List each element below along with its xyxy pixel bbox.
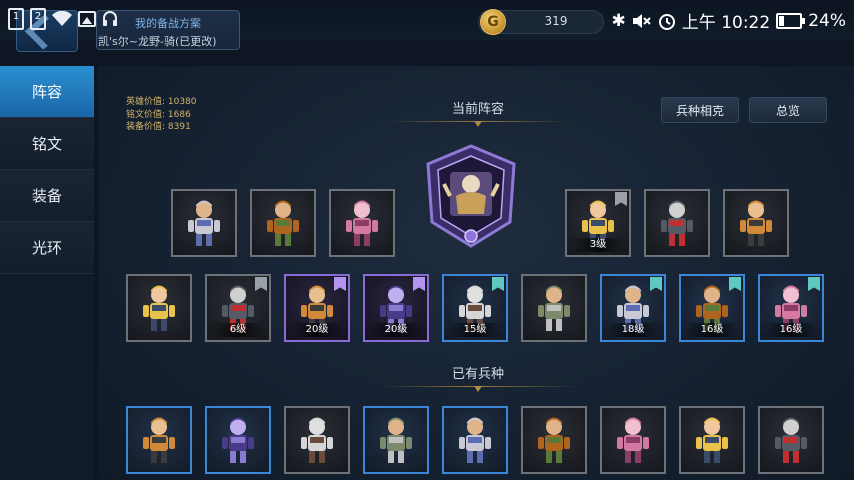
white-priest-portrait-icon [617, 417, 649, 463]
sidebar-item-equipment[interactable]: 装备 [0, 170, 94, 222]
rank-flag-icon [650, 277, 662, 291]
unit-card-silver-knight[interactable] [363, 406, 429, 474]
horse-rider-gold-portrait-icon [538, 285, 570, 331]
unit-counter-button[interactable]: 兵种相克 [661, 97, 739, 123]
wifi-icon [52, 11, 72, 26]
unit-level: 16级 [685, 323, 739, 337]
unit-card-crystal-golem[interactable] [126, 406, 192, 474]
rank-flag-icon [413, 277, 425, 291]
sidebar-item-aura[interactable]: 光环 [0, 222, 94, 274]
rank-flag-icon [492, 277, 504, 291]
unit-card-knight[interactable] [171, 189, 237, 257]
sidebar: 阵容 铭文 装备 光环 [0, 66, 94, 480]
silver-knight-portrait-icon [380, 417, 412, 463]
unit-card-blue-hair-brawler[interactable]: 20级 [363, 274, 429, 342]
sidebar-item-inscription[interactable]: 铭文 [0, 118, 94, 170]
inscription-value: 铭文价值: 1686 [126, 109, 191, 120]
unit-card-bare-fighter[interactable] [758, 406, 824, 474]
dual-sword-portrait-icon [301, 417, 333, 463]
sidebar-item-lineup[interactable]: 阵容 [0, 66, 94, 118]
rank-flag-icon [255, 277, 267, 291]
bare-fighter-portrait-icon [775, 417, 807, 463]
crystal-golem-portrait-icon [143, 417, 175, 463]
alarm-icon [658, 13, 675, 30]
sim2-icon: 2 [30, 8, 46, 30]
red-knight-portrait-icon [538, 417, 570, 463]
equipment-value: 装备价值: 8391 [126, 122, 191, 132]
knight-portrait-icon [188, 200, 220, 246]
battery-percent: 24% [808, 10, 846, 31]
hero-value: 英雄价值: 10380 [126, 97, 197, 107]
value-stats: 英雄价值: 10380 铭文价值: 1686 装备价值: 8391 [126, 96, 197, 134]
leader-hero-emblem[interactable] [418, 144, 524, 250]
mute-icon [632, 13, 651, 28]
unit-card-red-knight[interactable] [521, 406, 587, 474]
unit-level: 15级 [448, 323, 502, 337]
unit-card-blonde-warrior[interactable]: 3级 [565, 189, 631, 257]
unit-card-werewolf[interactable]: 18级 [600, 274, 666, 342]
crossbowman-portrait-icon [143, 285, 175, 331]
battle-plan-name: 凯's尔~龙野-骑(已更改) [98, 35, 217, 48]
swordsman-portrait-icon [267, 200, 299, 246]
unit-level: 18级 [606, 323, 660, 337]
unit-level: 3级 [571, 238, 625, 252]
unit-card-dual-sword[interactable] [284, 406, 350, 474]
unit-card-skeleton[interactable]: 6级 [205, 274, 271, 342]
unit-level: 20级 [290, 323, 344, 337]
unit-card-dragon-rider[interactable]: 16级 [679, 274, 745, 342]
image-icon [78, 11, 96, 27]
unit-card-elf-archer[interactable] [205, 406, 271, 474]
battery-icon [776, 12, 806, 29]
unit-card-horse-rider-gold[interactable] [521, 274, 587, 342]
unit-level: 6级 [211, 323, 265, 337]
blue-sorceress-portrait-icon [459, 417, 491, 463]
rank-flag-icon [808, 277, 820, 291]
rank-flag-icon [334, 277, 346, 291]
current-lineup-title: 当前阵容 [451, 102, 504, 117]
unit-card-beast-warrior[interactable] [723, 189, 789, 257]
gold-coin-icon: G [480, 9, 506, 35]
battery-level [779, 15, 784, 26]
bluetooth-icon: ✱ [611, 10, 626, 31]
unit-level: 20级 [369, 323, 423, 337]
unit-card-swordsman[interactable] [250, 189, 316, 257]
beast-warrior-portrait-icon [740, 200, 772, 246]
unit-card-crossbowman[interactable] [126, 274, 192, 342]
dark-soldier-portrait-icon [696, 417, 728, 463]
owned-units-title: 已有兵种 [451, 367, 504, 382]
unit-card-blue-sorceress[interactable] [442, 406, 508, 474]
rank-flag-icon [615, 192, 627, 206]
headset-icon [103, 11, 117, 26]
unit-level: 16级 [764, 323, 818, 337]
sim1-icon: 1 [8, 8, 24, 30]
elf-archer-portrait-icon [222, 417, 254, 463]
unit-card-ninja[interactable] [644, 189, 710, 257]
coin-amount: 319 [544, 14, 568, 28]
unit-card-shield-knight[interactable]: 20级 [284, 274, 350, 342]
unit-card-horse-rider-red[interactable]: 15级 [442, 274, 508, 342]
rank-flag-icon [729, 277, 741, 291]
unit-card-dark-soldier[interactable] [679, 406, 745, 474]
overview-button[interactable]: 总览 [749, 97, 827, 123]
unit-card-white-priest[interactable] [600, 406, 666, 474]
unit-card-lancer[interactable]: 16级 [758, 274, 824, 342]
pink-mummy-portrait-icon [346, 200, 378, 246]
status-right-icons: ✱ 上午 10:22 24% [611, 8, 846, 34]
battle-plan-title: 我的备战方案 [135, 17, 201, 30]
clock-time: 上午 10:22 [681, 13, 771, 33]
status-left-icons: 1 2 [8, 8, 118, 30]
ninja-portrait-icon [661, 200, 693, 246]
unit-card-pink-mummy[interactable] [329, 189, 395, 257]
